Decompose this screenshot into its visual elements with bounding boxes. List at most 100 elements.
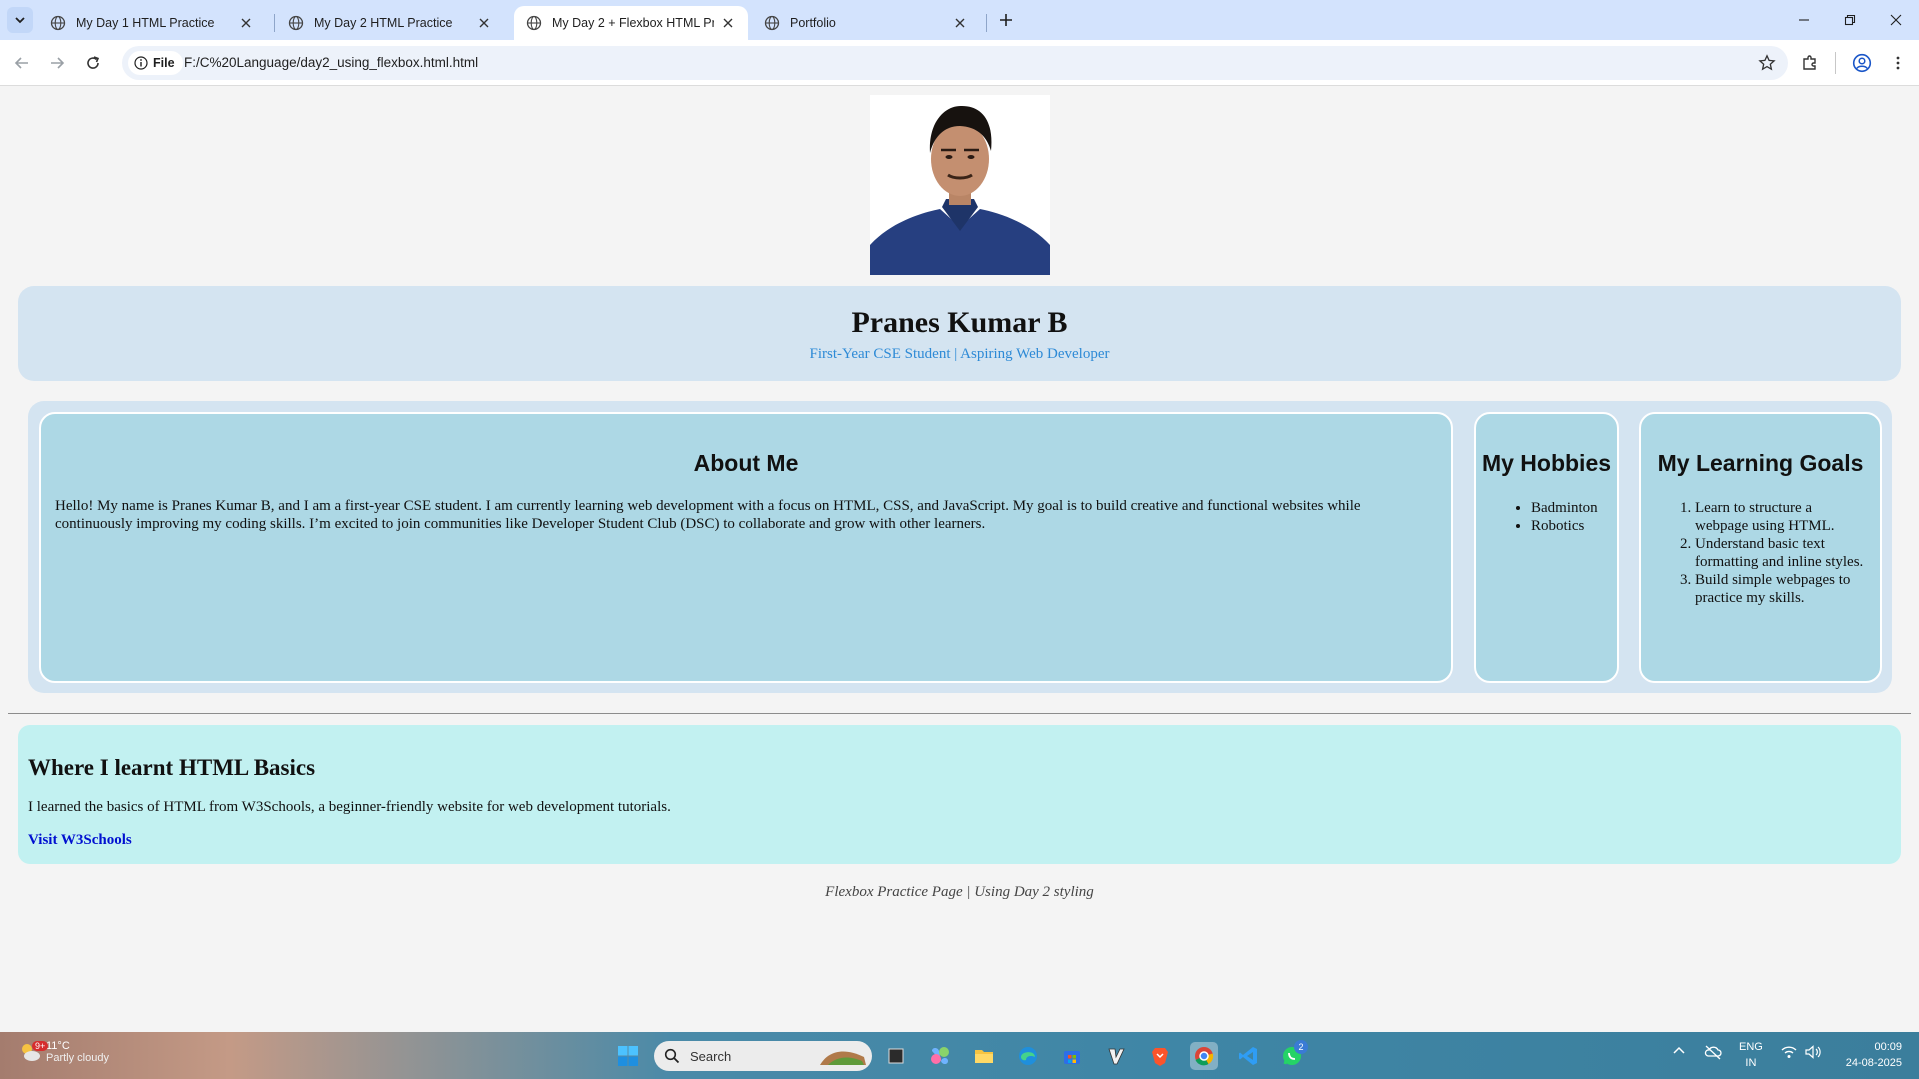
page-footer: Flexbox Practice Page | Using Day 2 styl… — [825, 884, 1094, 900]
weather-widget[interactable]: 11°C Partly cloudy 9+ — [18, 1040, 109, 1064]
store-icon — [1064, 1051, 1080, 1064]
goals-heading: My Learning Goals — [1657, 450, 1864, 476]
arrow-right-icon — [51, 57, 65, 69]
tab-separator — [986, 14, 987, 32]
weather-condition: Partly cloudy — [46, 1052, 109, 1064]
list-item: Badminton — [1531, 499, 1617, 517]
file-explorer-app[interactable] — [970, 1042, 998, 1070]
list-item: Understand basic text formatting and inl… — [1695, 535, 1864, 571]
task-view-button[interactable] — [882, 1042, 910, 1070]
account-icon — [1852, 53, 1872, 73]
store-app[interactable] — [1058, 1042, 1086, 1070]
new-tab-icon[interactable] — [994, 8, 1018, 32]
wifi-icon — [1781, 1046, 1797, 1058]
horizontal-rule — [8, 713, 1911, 714]
url-text: F:/C%20Language/day2_using_flexbox.html.… — [184, 55, 479, 70]
taskbar-search[interactable]: Search — [654, 1041, 872, 1071]
w3schools-link[interactable]: Visit W3Schools — [28, 832, 132, 849]
input-language[interactable]: ENG IN — [1739, 1039, 1763, 1071]
tab-portfolio[interactable]: Portfolio — [752, 6, 980, 40]
extensions-button[interactable] — [1797, 50, 1823, 76]
more-vert-icon — [1896, 56, 1900, 70]
address-bar[interactable]: File F:/C%20Language/day2_using_flexbox.… — [122, 46, 1788, 80]
brave-app[interactable] — [1146, 1042, 1174, 1070]
search-highlight-icon — [820, 1051, 866, 1065]
network-status[interactable] — [1780, 1044, 1798, 1063]
profile-tagline: First-Year CSE Student | Aspiring Web De… — [809, 346, 1110, 362]
close-icon[interactable] — [952, 15, 968, 31]
chrome-icon — [1195, 1047, 1214, 1066]
clock-date: 24-08-2025 — [1845, 1057, 1902, 1069]
restore-icon — [1844, 14, 1856, 26]
tab-search-button[interactable] — [7, 7, 33, 33]
browser-tab-bar: My Day 1 HTML Practice My Day 2 HTML Pra… — [0, 0, 1919, 40]
hobbies-box: My Hobbies Badminton Robotics — [1474, 412, 1619, 683]
cloud-off-icon — [1704, 1045, 1722, 1060]
edge-icon — [1019, 1047, 1037, 1065]
puzzle-icon — [1803, 55, 1816, 70]
windows-icon — [618, 1046, 638, 1066]
vscode-app[interactable] — [1234, 1042, 1262, 1070]
minimize-button[interactable] — [1781, 0, 1827, 40]
tab-title: My Day 2 + Flexbox HTML Prac — [552, 16, 714, 30]
edge-app[interactable] — [1014, 1042, 1042, 1070]
toolbar-divider — [1835, 52, 1836, 74]
tab-title: My Day 2 HTML Practice — [314, 16, 453, 30]
profile-button[interactable] — [1849, 50, 1875, 76]
vim-app[interactable] — [1102, 1042, 1130, 1070]
weather-temperature: 11°C — [46, 1040, 70, 1052]
chevron-up-icon — [1673, 1046, 1685, 1054]
close-window-button[interactable] — [1873, 0, 1919, 40]
close-icon[interactable] — [720, 15, 736, 31]
site-chip-label: File — [153, 56, 175, 70]
goals-list: Learn to structure a webpage using HTML.… — [1695, 499, 1864, 607]
weather-badge: 9+ — [32, 1041, 49, 1051]
list-item: Build simple webpages to practice my ski… — [1695, 571, 1864, 607]
tab-separator — [274, 14, 275, 32]
learn-text: I learned the basics of HTML from W3Scho… — [28, 799, 671, 815]
tab-day2[interactable]: My Day 2 HTML Practice — [276, 6, 504, 40]
restore-button[interactable] — [1827, 0, 1873, 40]
tab-title: Portfolio — [790, 16, 836, 30]
hobbies-heading: My Hobbies — [1481, 450, 1612, 476]
search-placeholder: Search — [690, 1048, 732, 1064]
list-item: Learn to structure a webpage using HTML. — [1695, 499, 1864, 535]
profile-name: Pranes Kumar B — [851, 306, 1068, 339]
close-icon[interactable] — [476, 15, 492, 31]
info-icon — [134, 56, 148, 70]
search-icon — [664, 1048, 680, 1064]
minimize-icon — [1799, 19, 1809, 21]
globe-icon — [764, 15, 780, 31]
show-hidden-icons-button[interactable] — [1672, 1044, 1686, 1061]
list-item: Robotics — [1531, 517, 1617, 535]
vscode-icon — [1239, 1047, 1257, 1065]
profile-photo — [870, 95, 1050, 275]
globe-icon — [526, 15, 542, 31]
tab-day1[interactable]: My Day 1 HTML Practice — [38, 6, 266, 40]
about-text: Hello! My name is Pranes Kumar B, and I … — [55, 498, 1361, 532]
copilot-app[interactable] — [926, 1042, 954, 1070]
about-me-box: About Me Hello! My name is Pranes Kumar … — [39, 412, 1453, 683]
reload-icon — [87, 56, 100, 69]
clock[interactable]: 00:09 24-08-2025 — [1846, 1039, 1902, 1071]
chrome-app[interactable] — [1190, 1042, 1218, 1070]
forward-button[interactable] — [44, 50, 70, 76]
copilot-icon — [931, 1047, 949, 1064]
folder-icon — [975, 1050, 993, 1063]
start-button[interactable] — [614, 1042, 642, 1070]
header-card: Pranes Kumar B First-Year CSE Student | … — [18, 286, 1901, 381]
portrait-image — [870, 95, 1050, 275]
volume-status[interactable] — [1804, 1044, 1822, 1063]
learning-goals-box: My Learning Goals Learn to structure a w… — [1639, 412, 1882, 683]
browser-menu-button[interactable] — [1885, 50, 1911, 76]
close-icon[interactable] — [238, 15, 254, 31]
onedrive-status[interactable] — [1704, 1044, 1722, 1063]
back-button[interactable] — [9, 50, 35, 76]
notification-badge: 2 — [1294, 1040, 1308, 1054]
language-code: ENG — [1739, 1041, 1763, 1053]
brave-icon — [1152, 1048, 1168, 1066]
reload-button[interactable] — [80, 50, 106, 76]
site-info-chip[interactable]: File — [128, 51, 183, 75]
star-icon[interactable] — [1758, 54, 1776, 72]
tab-day2-flexbox[interactable]: My Day 2 + Flexbox HTML Prac — [514, 6, 748, 40]
